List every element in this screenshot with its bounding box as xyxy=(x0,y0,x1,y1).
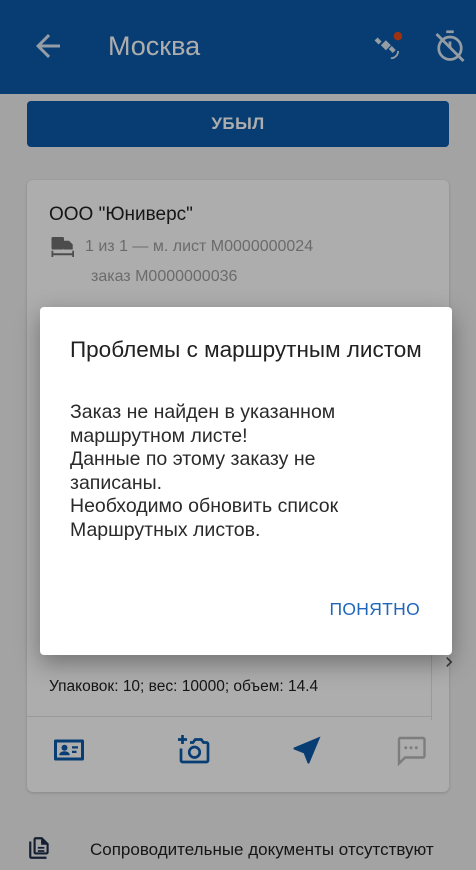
dialog-message-line: записаны. xyxy=(70,471,163,494)
dialog-message-line: Необходимо обновить список xyxy=(70,495,339,517)
dialog-message-line: Данные по этому заказу не xyxy=(70,448,316,470)
dialog-message: Заказ не найден в указанном маршрутном л… xyxy=(70,401,430,542)
ok-button[interactable]: ПОНЯТНО xyxy=(329,599,420,620)
dialog-message-line: Маршрутных листов. xyxy=(70,518,261,541)
dialog-title: Проблемы с маршрутным листом xyxy=(70,337,422,362)
dialog-message-line: Заказ не найден в указанном xyxy=(70,401,336,423)
alert-dialog: Проблемы с маршрутным листом Заказ не на… xyxy=(40,307,452,655)
dialog-message-line: маршрутном листе! xyxy=(70,424,248,447)
